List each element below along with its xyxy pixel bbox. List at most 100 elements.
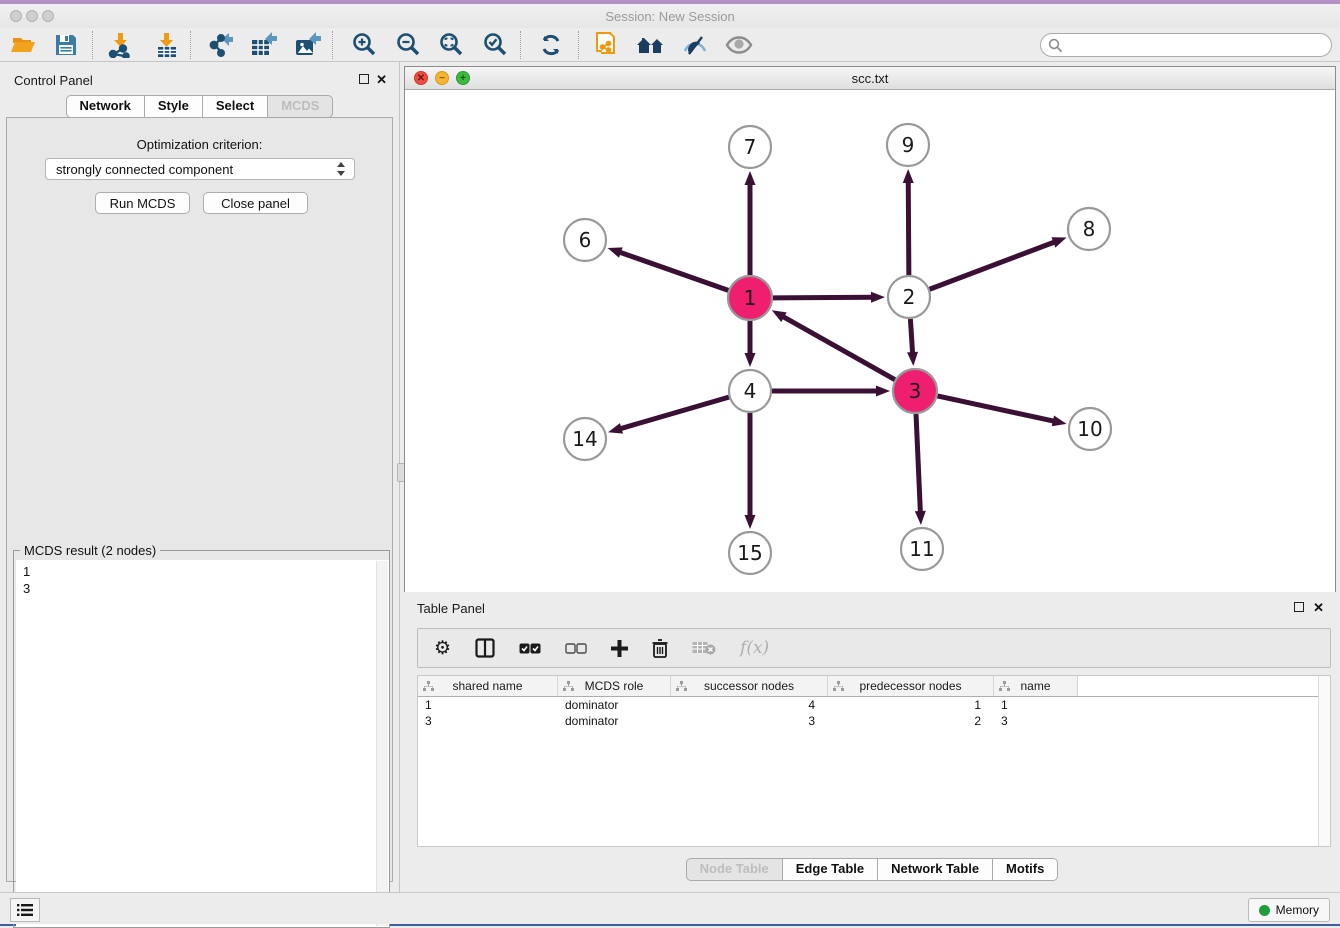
sort-column-icon[interactable] [999,681,1010,692]
zoom-selected-icon [482,32,508,58]
visibility-slash-icon [681,33,709,57]
column-header-predecessor-nodes[interactable]: predecessor nodes [828,676,994,696]
edge-2-3[interactable] [910,319,912,355]
memory-label: Memory [1276,903,1319,917]
edge-3-11[interactable] [916,414,920,514]
home-button[interactable] [636,30,666,60]
tab-network[interactable]: Network [66,95,145,118]
save-session-button[interactable] [51,30,81,60]
table-cell[interactable]: dominator [558,713,671,729]
edge-arrowhead [1052,237,1067,247]
toolbar-separator [92,31,93,59]
tab-motifs[interactable]: Motifs [992,858,1058,881]
edge-arrowhead [745,353,756,367]
optimization-criterion-label: Optimization criterion: [7,137,392,152]
table-cell[interactable]: 4 [671,697,828,713]
column-header-shared-name[interactable]: shared name [418,676,558,696]
edge-3-1[interactable] [781,316,895,380]
home-icon [636,33,666,57]
table-cell[interactable]: 1 [828,697,994,713]
close-table-panel-icon[interactable]: ✕ [1313,602,1324,614]
search-input[interactable] [1063,38,1331,52]
mcds-result-area[interactable]: 1 3 [16,560,389,927]
table-row[interactable]: 1dominator411 [418,697,1330,713]
zoom-selected-button[interactable] [480,30,510,60]
add-column-button[interactable] [611,640,628,657]
export-network-button[interactable] [206,30,236,60]
column-header-MCDS-role[interactable]: MCDS role [558,676,671,696]
zoom-out-button[interactable] [393,30,423,60]
sort-column-icon[interactable] [833,681,844,692]
zoom-in-button[interactable] [349,30,379,60]
task-history-button[interactable] [10,898,40,922]
table-cell[interactable]: dominator [558,697,671,713]
result-scrollbar[interactable] [376,561,388,926]
edge-2-9[interactable] [908,180,909,275]
zoom-fit-icon [438,32,464,58]
delete-columns-button[interactable] [652,639,668,658]
refresh-view-button[interactable] [536,30,566,60]
show-hide-button[interactable] [724,30,754,60]
edge-1-2[interactable] [773,297,874,298]
export-image-button[interactable] [293,30,323,60]
select-all-rows-button[interactable] [519,643,541,654]
node-label-11: 11 [909,537,934,561]
edge-2-8[interactable] [930,241,1057,289]
delete-table-icon [692,641,716,655]
edge-1-6[interactable] [618,252,728,291]
deselect-all-rows-button[interactable] [565,643,587,654]
mcds-result-text: 1 3 [16,560,389,597]
sort-column-icon[interactable] [563,681,574,692]
tab-style[interactable]: Style [144,95,203,118]
split-table-button[interactable] [475,638,495,658]
table-row[interactable]: 3dominator323 [418,713,1330,729]
toggle-annotation-visibility-button[interactable] [680,30,710,60]
export-table-button[interactable] [249,30,279,60]
float-panel-icon[interactable] [359,74,369,84]
table-scrollbar[interactable] [1318,676,1330,846]
window-titlebar: Session: New Session [0,4,1340,28]
mcds-result-fieldset: MCDS result (2 nodes) 1 3 [13,550,390,928]
import-network-button[interactable] [106,30,136,60]
tab-node-table[interactable]: Node Table [686,858,783,881]
apply-function-button[interactable]: f(x) [740,638,769,658]
node-table[interactable]: shared nameMCDS rolesuccessor nodesprede… [417,675,1331,847]
edge-arrowhead [608,423,623,434]
search-icon [1048,38,1063,53]
memory-button[interactable]: Memory [1248,898,1330,922]
table-cell[interactable]: 3 [671,713,828,729]
column-settings-button[interactable]: ⚙ [434,639,451,658]
sort-column-icon[interactable] [423,681,434,692]
criterion-select[interactable]: strongly connected component [45,158,355,180]
edge-4-14[interactable] [619,397,729,429]
node-label-3: 3 [909,379,922,403]
search-box[interactable] [1040,33,1332,57]
close-panel-button[interactable]: Close panel [203,192,308,214]
tab-network-table[interactable]: Network Table [877,858,993,881]
network-window-titlebar[interactable]: ✕ − + scc.txt [405,67,1335,90]
network-canvas[interactable]: 7968124314101511 [405,91,1335,592]
edge-arrowhead [907,352,918,366]
run-mcds-button[interactable]: Run MCDS [95,192,190,214]
table-cell[interactable]: 3 [418,713,558,729]
open-session-button[interactable] [9,30,39,60]
clone-network-button[interactable] [592,30,622,60]
float-table-panel-icon[interactable] [1294,602,1304,612]
column-header-successor-nodes[interactable]: successor nodes [671,676,828,696]
tab-mcds[interactable]: MCDS [267,95,333,118]
table-cell[interactable]: 1 [418,697,558,713]
close-panel-icon[interactable]: ✕ [376,74,387,86]
network-graph[interactable]: 7968124314101511 [405,91,1335,592]
tab-select[interactable]: Select [202,95,268,118]
table-cell[interactable]: 1 [994,697,1078,713]
table-cell[interactable]: 3 [994,713,1078,729]
zoom-fit-button[interactable] [436,30,466,60]
import-table-button[interactable] [152,30,182,60]
edge-3-10[interactable] [937,396,1055,422]
tab-edge-table[interactable]: Edge Table [782,858,878,881]
destroy-table-button[interactable] [692,641,716,655]
sort-column-icon[interactable] [676,681,687,692]
table-cell[interactable]: 2 [828,713,994,729]
unchecked-boxes-icon [565,643,587,654]
column-header-name[interactable]: name [994,676,1078,696]
